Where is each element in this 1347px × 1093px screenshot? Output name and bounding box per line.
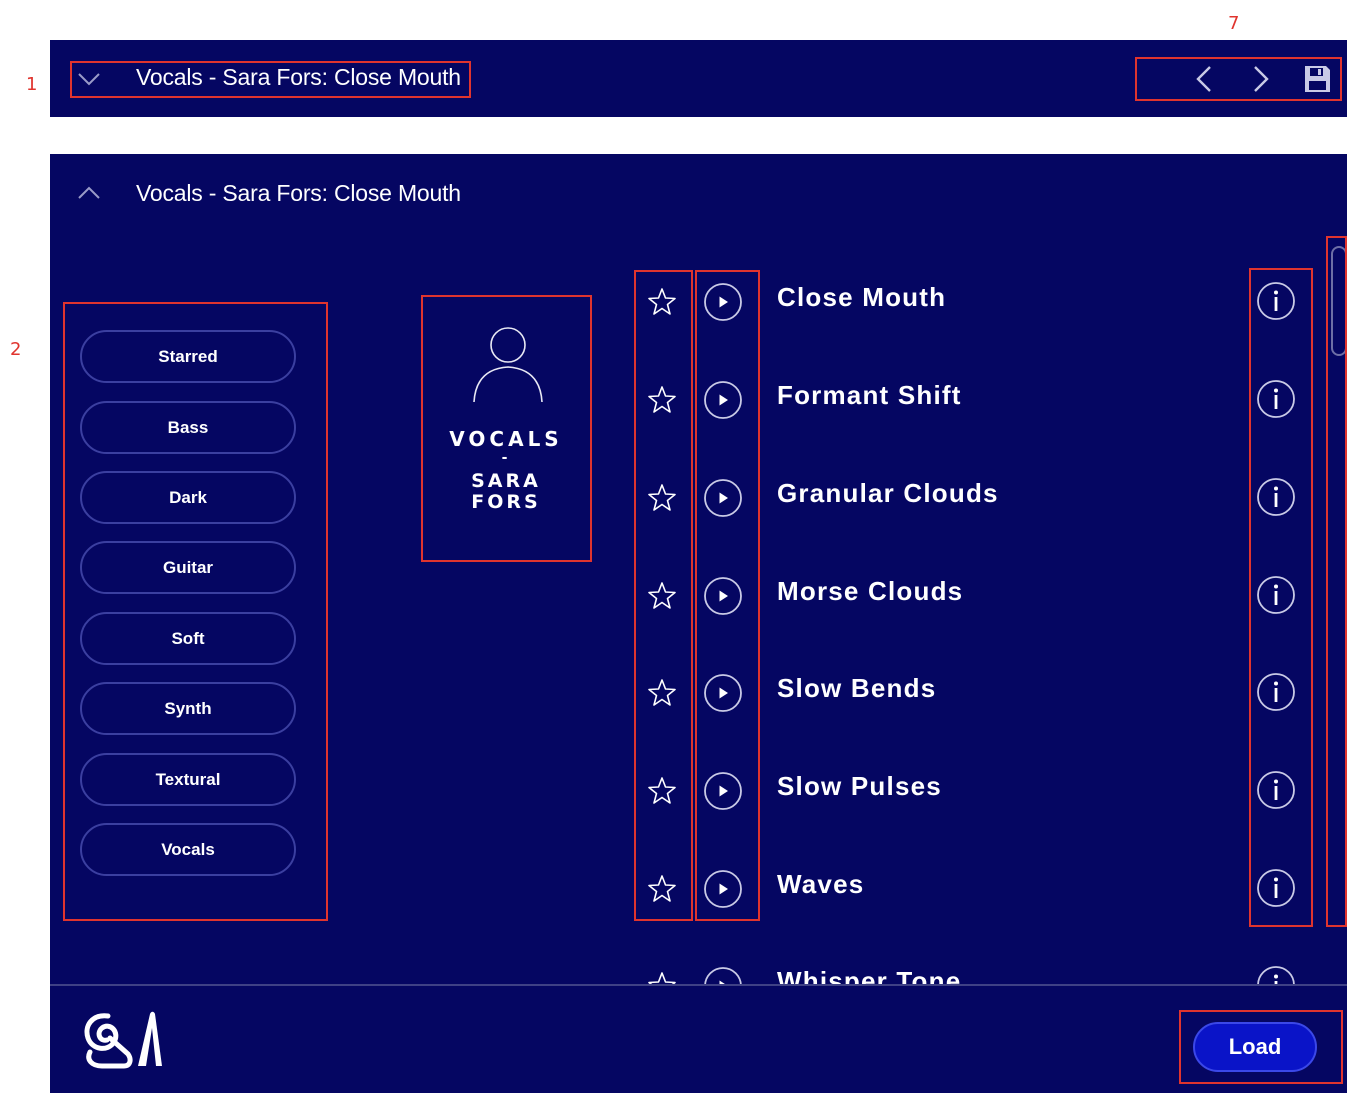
load-button[interactable]: Load (1193, 1022, 1317, 1072)
preset-name[interactable]: Morse Clouds (777, 576, 963, 607)
preset-browser-panel: Vocals - Sara Fors: Close Mouth Starred … (50, 154, 1347, 1093)
category-guitar[interactable]: Guitar (80, 541, 296, 594)
info-icon[interactable] (1255, 280, 1297, 322)
play-icon[interactable] (702, 672, 744, 714)
category-bass[interactable]: Bass (80, 401, 296, 454)
category-synth[interactable]: Synth (80, 682, 296, 735)
category-vocals[interactable]: Vocals (80, 823, 296, 876)
play-icon[interactable] (702, 281, 744, 323)
info-icon[interactable] (1255, 867, 1297, 909)
scrollbar-thumb[interactable] (1331, 246, 1347, 356)
callout-2: 2 (10, 339, 22, 360)
play-icon[interactable] (702, 477, 744, 519)
preset-name[interactable]: Granular Clouds (777, 478, 999, 509)
logo-icon (84, 1011, 162, 1069)
callout-1: 1 (26, 74, 38, 95)
person-icon (473, 327, 543, 403)
artist-line-3: SARA (471, 470, 541, 492)
save-icon[interactable] (1300, 62, 1334, 96)
preset-name[interactable]: Slow Pulses (777, 771, 942, 802)
play-icon[interactable] (702, 379, 744, 421)
preset-name[interactable]: Formant Shift (777, 380, 962, 411)
footer-bar: Load (50, 984, 1347, 1093)
category-starred[interactable]: Starred (80, 330, 296, 383)
artist-line-4: FORS (471, 491, 541, 513)
chevron-down-icon[interactable] (76, 66, 102, 92)
star-icon[interactable] (646, 286, 678, 318)
chevron-left-icon[interactable] (1188, 62, 1222, 96)
preset-name[interactable]: Waves (777, 869, 864, 900)
play-icon[interactable] (702, 770, 744, 812)
preset-name[interactable]: Slow Bends (777, 673, 936, 704)
category-dark[interactable]: Dark (80, 471, 296, 524)
category-textural[interactable]: Textural (80, 753, 296, 806)
star-icon[interactable] (646, 482, 678, 514)
preset-title[interactable]: Vocals - Sara Fors: Close Mouth (136, 64, 461, 91)
info-icon[interactable] (1255, 378, 1297, 420)
star-icon[interactable] (646, 775, 678, 807)
play-icon[interactable] (702, 868, 744, 910)
star-icon[interactable] (646, 677, 678, 709)
callout-7: 7 (1228, 13, 1240, 34)
info-icon[interactable] (1255, 476, 1297, 518)
play-icon[interactable] (702, 575, 744, 617)
info-icon[interactable] (1255, 574, 1297, 616)
chevron-right-icon[interactable] (1243, 62, 1277, 96)
panel-title: Vocals - Sara Fors: Close Mouth (136, 180, 461, 206)
info-icon[interactable] (1255, 769, 1297, 811)
star-icon[interactable] (646, 873, 678, 905)
info-icon[interactable] (1255, 671, 1297, 713)
category-soft[interactable]: Soft (80, 612, 296, 665)
artist-line-2: - (501, 450, 511, 466)
preset-name[interactable]: Close Mouth (777, 282, 946, 313)
top-preset-bar: Vocals - Sara Fors: Close Mouth (50, 40, 1347, 117)
star-icon[interactable] (646, 580, 678, 612)
star-icon[interactable] (646, 384, 678, 416)
artist-card: VOCALS - SARA FORS (422, 297, 590, 559)
chevron-up-icon[interactable] (76, 180, 102, 206)
